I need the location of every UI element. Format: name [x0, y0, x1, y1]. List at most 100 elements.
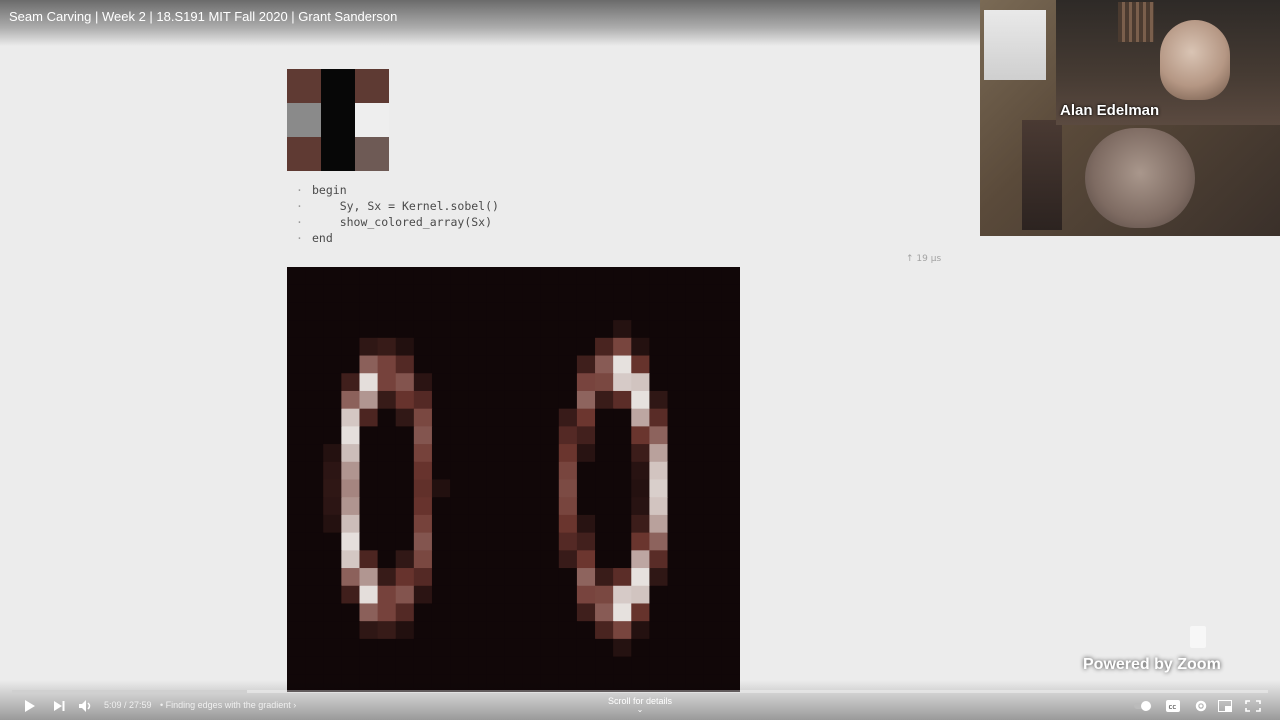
- image-pixel: [486, 497, 506, 516]
- image-pixel: [486, 638, 506, 658]
- image-pixel: [631, 267, 650, 286]
- image-pixel: [721, 621, 740, 640]
- image-pixel: [323, 355, 342, 374]
- video-title[interactable]: Seam Carving | Week 2 | 18.S191 MIT Fall…: [9, 9, 397, 24]
- image-pixel: [395, 514, 415, 534]
- chapter-label[interactable]: • Finding edges with the gradient ›: [160, 700, 296, 710]
- image-pixel: [685, 550, 705, 569]
- fullscreen-icon[interactable]: [1245, 698, 1261, 714]
- kernel-cell: [355, 103, 389, 137]
- image-pixel: [450, 532, 469, 551]
- image-pixel: [468, 461, 487, 481]
- settings-icon[interactable]: [1194, 698, 1208, 714]
- image-pixel: [395, 284, 415, 304]
- code-cell[interactable]: · begin · Sy, Sx = Kernel.sobel() · show_co…: [296, 182, 499, 246]
- image-pixel: [450, 497, 469, 516]
- image-pixel: [395, 656, 415, 675]
- image-pixel: [721, 532, 740, 551]
- image-pixel: [649, 479, 669, 498]
- image-pixel: [395, 461, 415, 481]
- image-pixel: [377, 267, 397, 286]
- image-pixel: [486, 603, 506, 622]
- image-pixel: [721, 320, 740, 339]
- image-pixel: [703, 568, 723, 587]
- image-pixel: [341, 284, 361, 304]
- image-pixel: [395, 426, 415, 445]
- line-gutter: ·: [296, 231, 303, 245]
- image-pixel: [468, 497, 487, 516]
- image-pixel: [685, 603, 705, 622]
- miniplayer-icon[interactable]: [1218, 698, 1232, 714]
- image-pixel: [395, 638, 415, 658]
- image-pixel: [341, 461, 361, 481]
- image-pixel: [341, 585, 361, 605]
- image-pixel: [323, 585, 342, 605]
- image-pixel: [468, 320, 487, 339]
- image-pixel: [631, 444, 650, 463]
- image-pixel: [450, 514, 469, 534]
- image-pixel: [486, 444, 506, 463]
- image-pixel: [287, 390, 306, 410]
- image-pixel: [558, 426, 578, 445]
- image-pixel: [667, 444, 687, 463]
- image-pixel: [595, 284, 614, 304]
- image-pixel: [721, 638, 740, 658]
- image-pixel: [703, 656, 723, 675]
- image-pixel: [721, 390, 740, 410]
- kernel-cell: [287, 137, 321, 171]
- image-pixel: [287, 302, 306, 321]
- image-pixel: [685, 444, 705, 463]
- image-pixel: [522, 461, 542, 481]
- image-pixel: [522, 497, 542, 516]
- video-frame[interactable]: Seam Carving | Week 2 | 18.S191 MIT Fall…: [0, 0, 1280, 720]
- image-pixel: [504, 461, 524, 481]
- captions-icon[interactable]: cc: [1166, 698, 1180, 714]
- image-pixel: [649, 444, 669, 463]
- image-pixel: [305, 284, 324, 304]
- image-pixel: [540, 479, 560, 498]
- image-pixel: [613, 355, 632, 374]
- image-pixel: [540, 408, 560, 427]
- image-pixel: [287, 603, 306, 622]
- image-pixel: [287, 267, 306, 286]
- code-text: begin: [312, 183, 347, 197]
- image-pixel: [667, 267, 687, 286]
- image-pixel: [667, 532, 687, 551]
- image-pixel: [377, 514, 397, 534]
- volume-icon[interactable]: [78, 698, 94, 714]
- image-pixel: [468, 373, 487, 392]
- play-icon[interactable]: [22, 698, 36, 714]
- image-pixel: [613, 621, 632, 640]
- image-pixel: [287, 479, 306, 498]
- kernel-cell: [321, 137, 355, 171]
- image-pixel: [395, 532, 415, 551]
- code-text: Sy, Sx = Kernel.sobel(): [312, 199, 499, 213]
- image-pixel: [450, 284, 469, 304]
- autoplay-toggle-icon[interactable]: [1134, 698, 1152, 714]
- image-pixel: [450, 373, 469, 392]
- progress-bar[interactable]: [12, 690, 1268, 693]
- code-text: show_colored_array(Sx): [312, 215, 493, 229]
- image-pixel: [522, 267, 542, 286]
- image-pixel: [323, 656, 342, 675]
- image-pixel: [631, 373, 650, 392]
- image-pixel: [595, 479, 614, 498]
- scroll-for-details[interactable]: Scroll for details ⌄: [596, 696, 684, 714]
- image-pixel: [486, 373, 506, 392]
- image-pixel: [721, 426, 740, 445]
- image-pixel: [540, 444, 560, 463]
- image-pixel: [504, 444, 524, 463]
- image-pixel: [504, 532, 524, 551]
- code-line: · begin: [296, 182, 499, 198]
- image-pixel: [667, 638, 687, 658]
- image-pixel: [667, 355, 687, 374]
- image-pixel: [377, 638, 397, 658]
- image-pixel: [667, 585, 687, 605]
- image-pixel: [486, 550, 506, 569]
- image-pixel: [287, 320, 306, 339]
- image-pixel: [431, 585, 451, 605]
- next-icon[interactable]: [52, 698, 66, 714]
- image-pixel: [468, 390, 487, 410]
- image-pixel: [504, 320, 524, 339]
- image-pixel: [486, 585, 506, 605]
